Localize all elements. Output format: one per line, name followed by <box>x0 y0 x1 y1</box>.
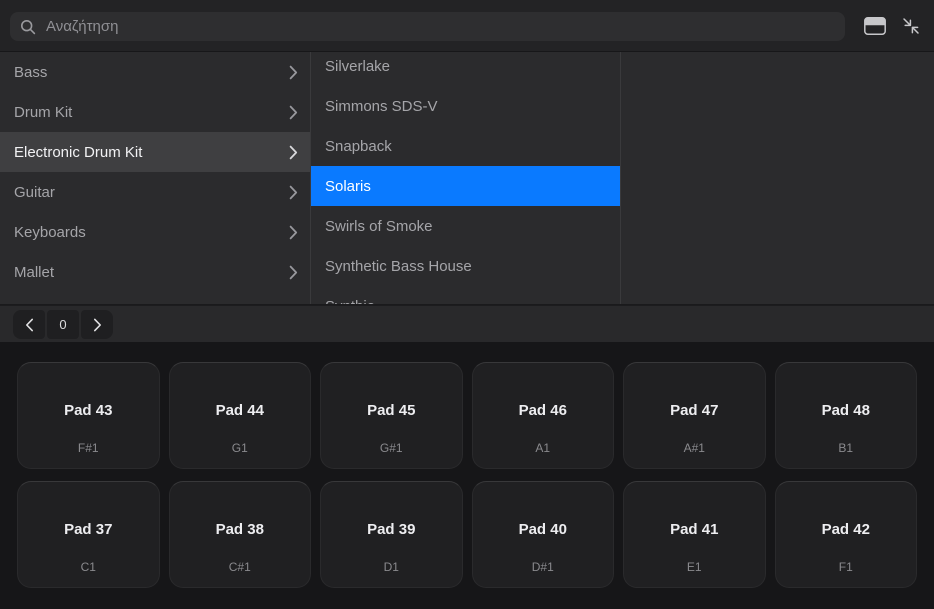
chevron-right-icon <box>289 225 298 240</box>
pad-note: A#1 <box>683 441 705 455</box>
search-input[interactable] <box>44 17 835 36</box>
pad-46[interactable]: Pad 46 A1 <box>471 362 614 469</box>
patch-column: Silverlake Simmons SDS-V Snapback Solari… <box>311 52 621 304</box>
pad-48[interactable]: Pad 48 B1 <box>774 362 917 469</box>
chevron-right-icon <box>289 105 298 120</box>
pad-note: E1 <box>686 560 702 574</box>
pad-label: Pad 40 <box>518 521 567 538</box>
pad-note: D1 <box>383 560 399 574</box>
category-label: Guitar <box>14 183 55 201</box>
pad-label: Pad 46 <box>518 402 567 419</box>
patch-label: Swirls of Smoke <box>325 217 433 235</box>
category-item-electronic-drum-kit[interactable]: Electronic Drum Kit <box>0 132 310 172</box>
pad-47[interactable]: Pad 47 A#1 <box>623 362 766 469</box>
pad-42[interactable]: Pad 42 F1 <box>774 481 917 588</box>
browser-panel: Bass Drum Kit Electronic Drum Kit Guitar… <box>0 52 934 305</box>
pad-label: Pad 37 <box>64 521 113 538</box>
pad-bank-pager: 0 <box>13 310 113 339</box>
patch-item-solaris[interactable]: Solaris <box>311 166 620 206</box>
chevron-right-icon <box>289 145 298 160</box>
search-icon <box>20 19 36 34</box>
search-field[interactable] <box>10 12 845 41</box>
pad-label: Pad 45 <box>367 402 416 419</box>
pad-43[interactable]: Pad 43 F#1 <box>17 362 160 469</box>
pad-44[interactable]: Pad 44 G1 <box>168 362 311 469</box>
pad-label: Pad 39 <box>367 521 416 538</box>
pad-note: D#1 <box>531 560 554 574</box>
chevron-left-icon <box>25 318 33 331</box>
chevron-right-icon <box>289 185 298 200</box>
category-item-bass[interactable]: Bass <box>0 52 310 92</box>
pad-label: Pad 47 <box>670 402 719 419</box>
pad-note: C#1 <box>228 560 251 574</box>
bank-next-button[interactable] <box>81 310 113 339</box>
patch-label: Snapback <box>325 137 392 155</box>
chevron-right-icon <box>289 65 298 80</box>
pad-note: C1 <box>80 560 96 574</box>
pad-note: G#1 <box>379 441 403 455</box>
category-label: Electronic Drum Kit <box>14 143 143 161</box>
pad-41[interactable]: Pad 41 E1 <box>623 481 766 588</box>
category-item-guitar[interactable]: Guitar <box>0 172 310 212</box>
pad-37[interactable]: Pad 37 C1 <box>17 481 160 588</box>
category-label: Drum Kit <box>14 103 73 121</box>
patch-item-swirls-of-smoke[interactable]: Swirls of Smoke <box>311 206 620 246</box>
pad-bank-bar: 0 <box>0 306 934 342</box>
pad-label: Pad 44 <box>215 402 264 419</box>
drum-pads-area: Pad 43 F#1 Pad 44 G1 Pad 45 G#1 Pad 46 A… <box>0 342 934 609</box>
patch-item-synthie[interactable]: Synthie <box>311 286 620 305</box>
pad-38[interactable]: Pad 38 C#1 <box>168 481 311 588</box>
patch-item-snapback[interactable]: Snapback <box>311 126 620 166</box>
category-label: Bass <box>14 63 48 81</box>
bank-value: 0 <box>47 310 79 339</box>
patch-label: Synthie <box>325 298 608 305</box>
patch-label: Silverlake <box>325 57 391 75</box>
patch-item-synthetic-bass-house[interactable]: Synthetic Bass House <box>311 246 620 286</box>
category-item-mallet[interactable]: Mallet <box>0 252 310 292</box>
pad-note: A1 <box>535 441 551 455</box>
patch-list: Silverlake Simmons SDS-V Snapback Solari… <box>311 52 620 304</box>
patch-item-simmons-sds-v[interactable]: Simmons SDS-V <box>311 86 620 126</box>
pad-39[interactable]: Pad 39 D1 <box>320 481 463 588</box>
pad-label: Pad 48 <box>821 402 870 419</box>
pad-note: F#1 <box>77 441 99 455</box>
collapse-browser-button[interactable] <box>896 11 926 41</box>
pad-note: F1 <box>838 560 853 574</box>
category-column: Bass Drum Kit Electronic Drum Kit Guitar… <box>0 52 311 304</box>
split-window-icon <box>864 17 886 35</box>
pad-grid: Pad 43 F#1 Pad 44 G1 Pad 45 G#1 Pad 46 A… <box>17 362 917 588</box>
bank-previous-button[interactable] <box>13 310 45 339</box>
pad-45[interactable]: Pad 45 G#1 <box>320 362 463 469</box>
patch-label: Synthetic Bass House <box>325 257 472 275</box>
chevron-right-icon <box>93 318 101 331</box>
topbar <box>0 0 934 52</box>
chevron-right-icon <box>289 265 298 280</box>
pad-note: B1 <box>838 441 854 455</box>
pad-label: Pad 41 <box>670 521 719 538</box>
patch-item-silverlake[interactable]: Silverlake <box>311 52 620 86</box>
pad-label: Pad 38 <box>215 521 264 538</box>
pad-label: Pad 43 <box>64 402 113 419</box>
pad-40[interactable]: Pad 40 D#1 <box>471 481 614 588</box>
pad-note: G1 <box>231 441 248 455</box>
detail-column-empty <box>621 52 934 304</box>
category-label: Mallet <box>14 263 55 281</box>
browser-view-toggle-button[interactable] <box>860 11 890 41</box>
category-label: Keyboards <box>14 223 86 241</box>
category-item-drum-kit[interactable]: Drum Kit <box>0 92 310 132</box>
collapse-icon <box>903 18 919 34</box>
category-item-keyboards[interactable]: Keyboards <box>0 212 310 252</box>
patch-label: Simmons SDS-V <box>325 97 438 115</box>
patch-label: Solaris <box>325 177 371 195</box>
pad-label: Pad 42 <box>821 521 870 538</box>
sound-browser-window: Bass Drum Kit Electronic Drum Kit Guitar… <box>0 0 934 609</box>
